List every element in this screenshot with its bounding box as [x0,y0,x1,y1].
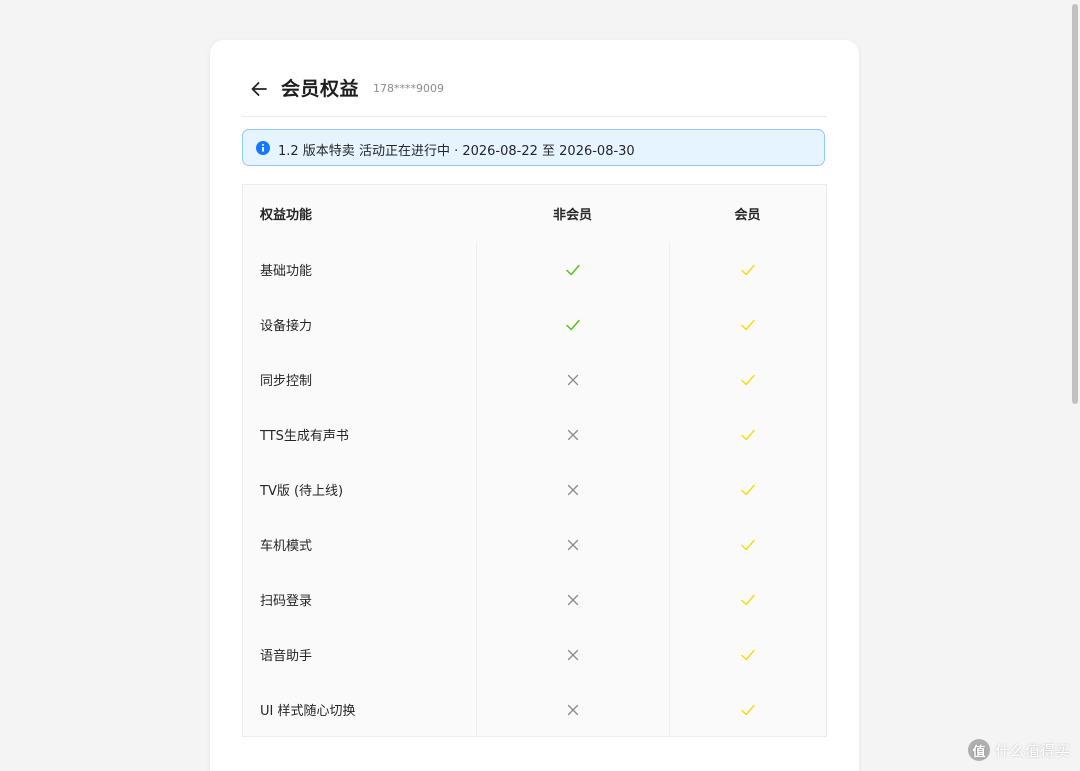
table-header-row: 权益功能 非会员 会员 [243,185,826,242]
check-icon [741,704,755,715]
non-member-cell [476,242,670,297]
column-header-feature: 权益功能 [243,185,476,242]
member-cell [669,462,826,517]
page: 会员权益 178****9009 1.2 版本特卖 活动正在进行中 · 2026… [0,0,1080,771]
member-cell [669,407,826,462]
cross-icon [567,704,578,715]
feature-name: 车机模式 [243,517,477,572]
watermark-badge: 值 [967,739,990,761]
check-icon [565,264,580,275]
check-icon [741,539,755,550]
watermark-text: 什么值得买 [994,741,1070,760]
member-cell [669,627,826,682]
scrollbar-thumb[interactable] [1072,4,1078,404]
non-member-cell [476,407,670,462]
check-icon [741,264,755,275]
table-row: 扫码登录 [243,572,826,627]
feature-name: TTS生成有声书 [243,407,477,462]
membership-card: 会员权益 178****9009 1.2 版本特卖 活动正在进行中 · 2026… [210,40,859,771]
watermark: 值 什么值得买 [967,737,1070,763]
non-member-cell [476,352,670,407]
table-row: UI 样式随心切换 [243,682,826,736]
member-cell [669,297,826,352]
feature-name: 同步控制 [243,352,477,407]
page-title: 会员权益 [281,78,360,100]
table-row: 语音助手 [243,627,826,682]
account-id: 178****9009 [373,82,444,95]
cross-icon [567,649,578,660]
check-icon [741,649,755,660]
cross-icon [567,594,578,605]
check-icon [741,594,755,605]
back-button[interactable] [248,78,270,100]
feature-name: TV版 (待上线) [243,462,477,517]
non-member-cell [476,627,670,682]
table-row: TTS生成有声书 [243,407,826,462]
notice-text: 1.2 版本特卖 活动正在进行中 · 2026-08-22 至 2026-08-… [278,144,635,159]
table-row: 基础功能 [243,242,826,297]
table-row: 设备接力 [243,297,826,352]
table-row: 车机模式 [243,517,826,572]
cross-icon [567,374,578,385]
benefits-table: 权益功能 非会员 会员 基础功能 设备接力 同步控制 TTS生成有声书 TV版 (待上线… [242,184,827,737]
non-member-cell [476,462,670,517]
cross-icon [567,539,578,550]
promo-notice: 1.2 版本特卖 活动正在进行中 · 2026-08-22 至 2026-08-… [242,129,825,166]
table-row: 同步控制 [243,352,826,407]
column-header-member: 会员 [669,185,826,242]
non-member-cell [476,297,670,352]
feature-name: 扫码登录 [243,572,477,627]
member-cell [669,572,826,627]
info-icon [256,141,270,155]
cross-icon [567,484,578,495]
cross-icon [567,429,578,440]
check-icon [741,319,755,330]
non-member-cell [476,682,670,736]
feature-name: 语音助手 [243,627,477,682]
check-icon [741,429,755,440]
non-member-cell [476,517,670,572]
member-cell [669,352,826,407]
non-member-cell [476,572,670,627]
feature-name: 设备接力 [243,297,477,352]
member-cell [669,517,826,572]
header: 会员权益 178****9009 [242,68,827,117]
check-icon [741,374,755,385]
scrollbar[interactable] [1070,0,1080,771]
check-icon [741,484,755,495]
member-cell [669,682,826,736]
column-header-non-member: 非会员 [476,185,669,242]
member-cell [669,242,826,297]
table-row: TV版 (待上线) [243,462,826,517]
feature-name: UI 样式随心切换 [243,682,477,736]
check-icon [565,319,580,330]
arrow-left-icon [251,82,267,96]
feature-name: 基础功能 [243,242,477,297]
